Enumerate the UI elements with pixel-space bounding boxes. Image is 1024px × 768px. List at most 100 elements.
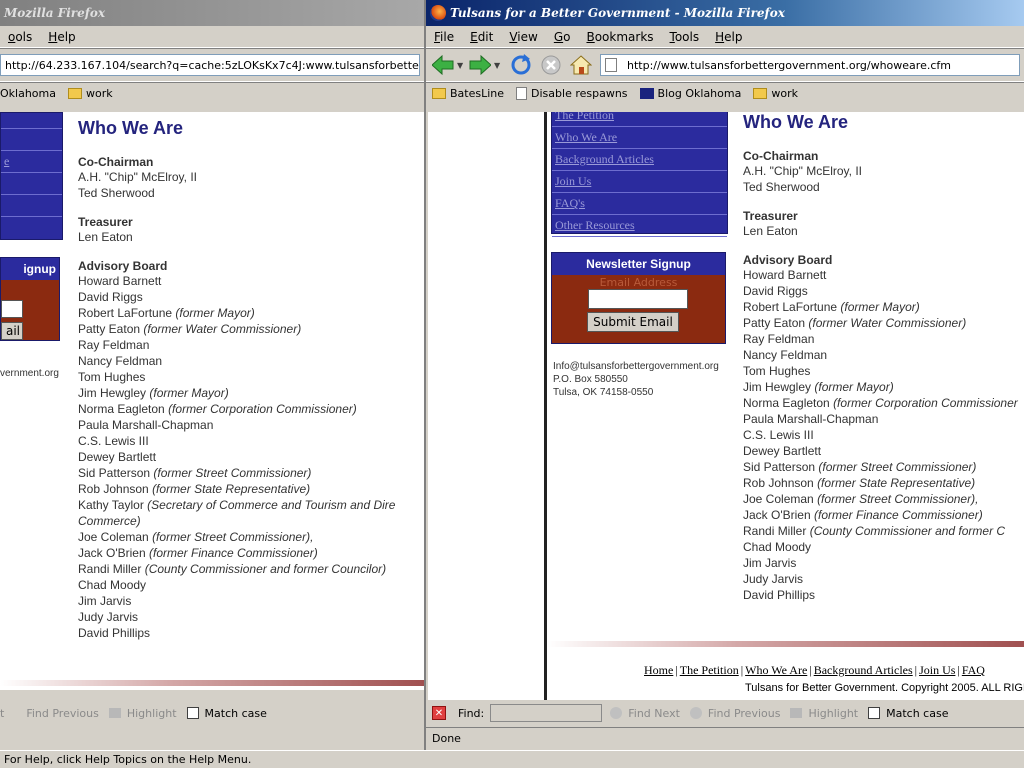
right-board-member: David Phillips <box>743 587 1018 603</box>
left-board-member: David Phillips <box>78 625 395 641</box>
left-title-bar[interactable]: Mozilla Firefox <box>0 0 424 26</box>
left-newsletter-box: ignup ail <box>0 257 60 341</box>
footer-link-petition[interactable]: The Petition <box>680 663 739 677</box>
forward-button[interactable] <box>467 52 493 78</box>
left-match-case[interactable]: Match case <box>186 707 267 720</box>
close-find-icon[interactable]: ✕ <box>432 706 446 720</box>
left-advisory-title: Advisory Board <box>78 259 168 273</box>
footer-link-home[interactable]: Home <box>644 663 673 677</box>
left-board-member: Ray Feldman <box>78 337 395 353</box>
cochair-1: A.H. "Chip" McElroy, II <box>743 164 862 178</box>
left-find-previous-button[interactable]: Find Previous <box>26 707 99 720</box>
menu-view[interactable]: View <box>501 30 545 44</box>
member-name: Joe Coleman <box>743 492 814 506</box>
member-name: Chad Moody <box>78 578 147 592</box>
match-case[interactable]: Match case <box>868 707 948 720</box>
match-case-label: Match case <box>886 706 949 720</box>
member-note: (former Finance Commissioner) <box>814 508 983 522</box>
newsletter-email-input[interactable] <box>588 289 688 309</box>
bookmark-work[interactable]: work <box>753 87 798 100</box>
back-dropdown-icon[interactable]: ▼ <box>457 61 467 70</box>
left-window-title: Mozilla Firefox <box>4 6 106 20</box>
left-nav-item[interactable] <box>1 129 62 151</box>
member-name: Joe Coleman <box>78 530 149 544</box>
highlight-button[interactable]: Highlight <box>790 707 858 720</box>
contact-email: Info@tulsansforbettergovernment.org <box>553 361 719 372</box>
left-url-bar[interactable]: http://64.233.167.104/search?q=cache:5zL… <box>0 54 420 76</box>
left-menu-tools[interactable]: ools <box>0 30 40 44</box>
checkbox-icon <box>186 707 199 719</box>
left-newsletter-submit-button[interactable]: ail <box>1 322 23 340</box>
newsletter-submit-button[interactable]: Submit Email <box>587 312 679 332</box>
member-name: Chad Moody <box>743 540 812 554</box>
folder-icon <box>67 88 82 99</box>
left-bookmark-oklahoma[interactable]: Oklahoma <box>0 87 56 100</box>
right-bookmarks-toolbar: BatesLine Disable respawns Blog Oklahoma… <box>426 82 1024 104</box>
member-name: Tom Hughes <box>743 364 811 378</box>
footer-link-faq[interactable]: FAQ <box>962 663 985 677</box>
member-name: Judy Jarvis <box>78 610 139 624</box>
bookmark-blog-oklahoma[interactable]: Blog Oklahoma <box>639 87 741 100</box>
member-name: Jim Jarvis <box>743 556 797 570</box>
left-highlight-button[interactable]: Highlight <box>108 707 177 720</box>
menu-go[interactable]: Go <box>546 30 579 44</box>
find-next-button[interactable]: Find Next <box>610 707 680 720</box>
nav-join-us[interactable]: Join Us <box>552 171 727 193</box>
left-nav-item[interactable] <box>1 173 62 195</box>
member-name: Sid Patterson <box>78 466 151 480</box>
find-previous-button[interactable]: Find Previous <box>689 707 780 720</box>
member-note: (former State Representative) <box>152 482 311 496</box>
find-input[interactable] <box>490 704 603 722</box>
bookmark-batesline[interactable]: BatesLine <box>432 87 504 100</box>
find-next-icon <box>610 707 623 719</box>
nav-faqs[interactable]: FAQ's <box>552 193 727 215</box>
left-page-heading: Who We Are <box>78 118 184 138</box>
menu-file[interactable]: File <box>426 30 462 44</box>
member-note: Commerce) <box>78 514 141 528</box>
copyright: Tulsans for Better Government. Copyright… <box>745 682 1024 694</box>
footer-link-join-us[interactable]: Join Us <box>919 663 955 677</box>
right-title-bar[interactable]: Tulsans for a Better Government - Mozill… <box>426 0 1024 26</box>
nav-background-articles[interactable]: Background Articles <box>552 149 727 171</box>
left-board-member: Jack O'Brien (former Finance Commissione… <box>78 545 395 561</box>
menu-bookmarks[interactable]: Bookmarks <box>578 30 661 44</box>
left-cochair-title: Co-Chairman <box>78 155 154 169</box>
left-nav-item[interactable] <box>1 195 62 217</box>
member-name: David Phillips <box>78 626 151 640</box>
home-button[interactable] <box>568 52 594 78</box>
nav-the-petition[interactable]: The Petition <box>552 112 727 127</box>
menu-help[interactable]: Help <box>707 30 750 44</box>
footer-link-background[interactable]: Background Articles <box>814 663 913 677</box>
url-bar[interactable]: http://www.tulsansforbettergovernment.or… <box>600 54 1020 76</box>
nav-other-resources[interactable]: Other Resources <box>552 215 727 237</box>
reload-icon <box>511 54 531 75</box>
left-menu-help[interactable]: Help <box>40 30 83 44</box>
reload-button[interactable] <box>508 52 534 78</box>
menu-tools[interactable]: Tools <box>662 30 708 44</box>
left-page-content: e ignup ail vernment.org Who We Are Co-C… <box>0 112 424 690</box>
member-note: (former Mayor) <box>814 380 894 394</box>
forward-dropdown-icon[interactable]: ▼ <box>494 61 504 70</box>
contact-block: Info@tulsansforbettergovernment.org P.O.… <box>553 360 719 399</box>
member-name: Tom Hughes <box>78 370 146 384</box>
treasurer-name: Len Eaton <box>743 224 798 238</box>
left-nav-item[interactable] <box>1 113 62 129</box>
url-text: http://www.tulsansforbettergovernment.or… <box>627 58 951 72</box>
left-nav-item[interactable]: e <box>1 151 62 173</box>
footer-links: Home | The Petition | Who We Are | Background … <box>644 663 985 677</box>
member-name: Jack O'Brien <box>78 546 146 560</box>
left-bookmark-work[interactable]: work <box>67 87 113 100</box>
bookmark-disable-respawns[interactable]: Disable respawns <box>516 87 628 100</box>
status-bar: Done <box>426 727 1024 749</box>
newsletter-title: Newsletter Signup <box>552 253 725 275</box>
menu-edit[interactable]: Edit <box>462 30 501 44</box>
member-note: (former Mayor) <box>149 386 229 400</box>
main-column: Who We Are Co-Chairman A.H. "Chip" McElr… <box>743 112 1018 603</box>
left-newsletter-email-input[interactable] <box>1 300 23 318</box>
back-button[interactable] <box>430 52 456 78</box>
nav-who-we-are[interactable]: Who We Are <box>552 127 727 149</box>
stop-button[interactable] <box>538 52 564 78</box>
footer-link-who-we-are[interactable]: Who We Are <box>745 663 807 677</box>
page-left-border <box>544 112 547 700</box>
right-board-member: Jack O'Brien (former Finance Commissione… <box>743 507 1018 523</box>
